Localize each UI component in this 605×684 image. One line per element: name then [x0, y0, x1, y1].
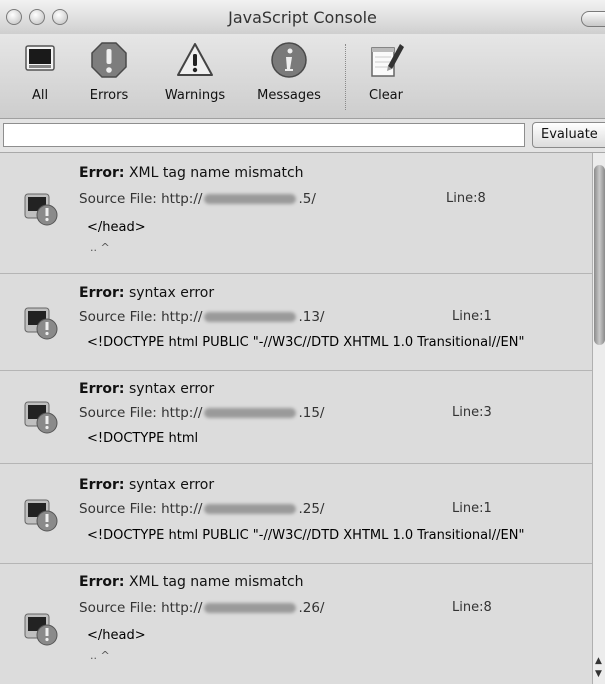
all-icon — [20, 40, 60, 80]
source-url-prefix[interactable]: http:// — [161, 501, 202, 517]
source-label: Source File: — [79, 309, 157, 325]
entry-code: </head> — [87, 628, 146, 643]
window-title: JavaScript Console — [228, 8, 377, 27]
entry-message: XML tag name mismatch — [128, 574, 304, 590]
source-url-prefix[interactable]: http:// — [161, 309, 202, 325]
error-page-icon — [22, 496, 60, 534]
entry-code: <!DOCTYPE html — [87, 431, 199, 446]
evaluate-button[interactable]: Evaluate — [532, 122, 605, 148]
title-bar[interactable]: JavaScript Console — [0, 0, 605, 35]
entry-title: Error: syntax error — [79, 381, 214, 397]
scrollbar-thumb[interactable] — [594, 165, 605, 345]
message-list[interactable]: Error: XML tag name mismatch Source File… — [0, 153, 592, 684]
entry-source: Source File: http:// .26/ — [79, 600, 324, 616]
messages-label: Messages — [257, 88, 321, 103]
error-page-icon — [22, 190, 60, 228]
source-url-prefix[interactable]: http:// — [161, 405, 202, 421]
evaluate-bar: Evaluate — [0, 119, 605, 153]
clear-button[interactable]: Clear — [362, 40, 410, 103]
entry-message: syntax error — [128, 477, 215, 493]
entry-source: Source File: http:// .25/ — [79, 501, 324, 517]
source-url-suffix[interactable]: .5/ — [298, 191, 315, 207]
entry-title: Error: XML tag name mismatch — [79, 165, 304, 181]
warnings-button[interactable]: Warnings — [156, 40, 234, 103]
entry-caret: .. ^ — [90, 649, 110, 662]
entry-message: syntax error — [128, 285, 215, 301]
entry-code: <!DOCTYPE html PUBLIC "-//W3C//DTD XHTML… — [87, 335, 525, 350]
messages-button[interactable]: Messages — [250, 40, 328, 103]
source-url-suffix[interactable]: .25/ — [298, 501, 324, 517]
entry-line: Line:3 — [452, 405, 492, 420]
list-item[interactable]: Error: XML tag name mismatch Source File… — [0, 564, 592, 684]
warning-triangle-icon — [175, 40, 215, 80]
clear-notepad-icon — [366, 40, 406, 80]
entry-code: <!DOCTYPE html PUBLIC "-//W3C//DTD XHTML… — [87, 528, 525, 543]
entry-kind: Error: — [79, 381, 125, 397]
source-label: Source File: — [79, 501, 157, 517]
error-page-icon — [22, 610, 60, 648]
redacted-host — [204, 312, 297, 322]
list-item[interactable]: Error: syntax error Source File: http://… — [0, 371, 592, 464]
redacted-host — [204, 504, 297, 514]
entry-line: Line:1 — [452, 309, 492, 324]
source-url-suffix[interactable]: .15/ — [298, 405, 324, 421]
entry-source: Source File: http:// .5/ — [79, 191, 316, 207]
entry-line: Line:8 — [446, 191, 486, 206]
entry-kind: Error: — [79, 574, 125, 590]
javascript-console-window: JavaScript Console All Errors Warnings M… — [0, 0, 605, 684]
all-label: All — [31, 88, 49, 103]
errors-button[interactable]: Errors — [79, 40, 139, 103]
source-url-prefix[interactable]: http:// — [161, 191, 202, 207]
entry-line: Line:1 — [452, 501, 492, 516]
error-octagon-icon — [89, 40, 129, 80]
entry-code: </head> — [87, 220, 146, 235]
entry-kind: Error: — [79, 477, 125, 493]
list-item[interactable]: Error: XML tag name mismatch Source File… — [0, 153, 592, 274]
info-circle-icon — [269, 40, 309, 80]
error-page-icon — [22, 398, 60, 436]
source-label: Source File: — [79, 600, 157, 616]
toolbar-separator — [345, 44, 346, 110]
errors-label: Errors — [89, 88, 129, 103]
entry-title: Error: syntax error — [79, 285, 214, 301]
source-url-prefix[interactable]: http:// — [161, 600, 202, 616]
redacted-host — [204, 408, 297, 418]
entry-line: Line:8 — [452, 600, 492, 615]
vertical-scrollbar[interactable]: ▲ ▼ — [592, 153, 605, 684]
redacted-host — [204, 194, 297, 204]
source-url-suffix[interactable]: .13/ — [298, 309, 324, 325]
scroll-up-arrow-icon[interactable]: ▲ — [595, 656, 602, 666]
source-label: Source File: — [79, 405, 157, 421]
all-button[interactable]: All — [16, 40, 64, 103]
entry-caret: .. ^ — [90, 241, 110, 254]
entry-title: Error: XML tag name mismatch — [79, 574, 304, 590]
clear-label: Clear — [369, 88, 403, 103]
source-label: Source File: — [79, 191, 157, 207]
entry-source: Source File: http:// .15/ — [79, 405, 324, 421]
error-page-icon — [22, 304, 60, 342]
redacted-host — [204, 603, 297, 613]
toolbar-toggle-button[interactable] — [581, 11, 605, 27]
entry-message: syntax error — [128, 381, 215, 397]
entry-source: Source File: http:// .13/ — [79, 309, 324, 325]
entry-message: XML tag name mismatch — [128, 165, 304, 181]
evaluate-input[interactable] — [3, 123, 525, 147]
toolbar: All Errors Warnings Messages Clear — [0, 34, 605, 119]
source-url-suffix[interactable]: .26/ — [298, 600, 324, 616]
scroll-down-arrow-icon[interactable]: ▼ — [595, 669, 602, 679]
warnings-label: Warnings — [164, 88, 226, 103]
list-item[interactable]: Error: syntax error Source File: http://… — [0, 274, 592, 371]
list-item[interactable]: Error: syntax error Source File: http://… — [0, 464, 592, 564]
entry-kind: Error: — [79, 285, 125, 301]
entry-kind: Error: — [79, 165, 125, 181]
entry-title: Error: syntax error — [79, 477, 214, 493]
